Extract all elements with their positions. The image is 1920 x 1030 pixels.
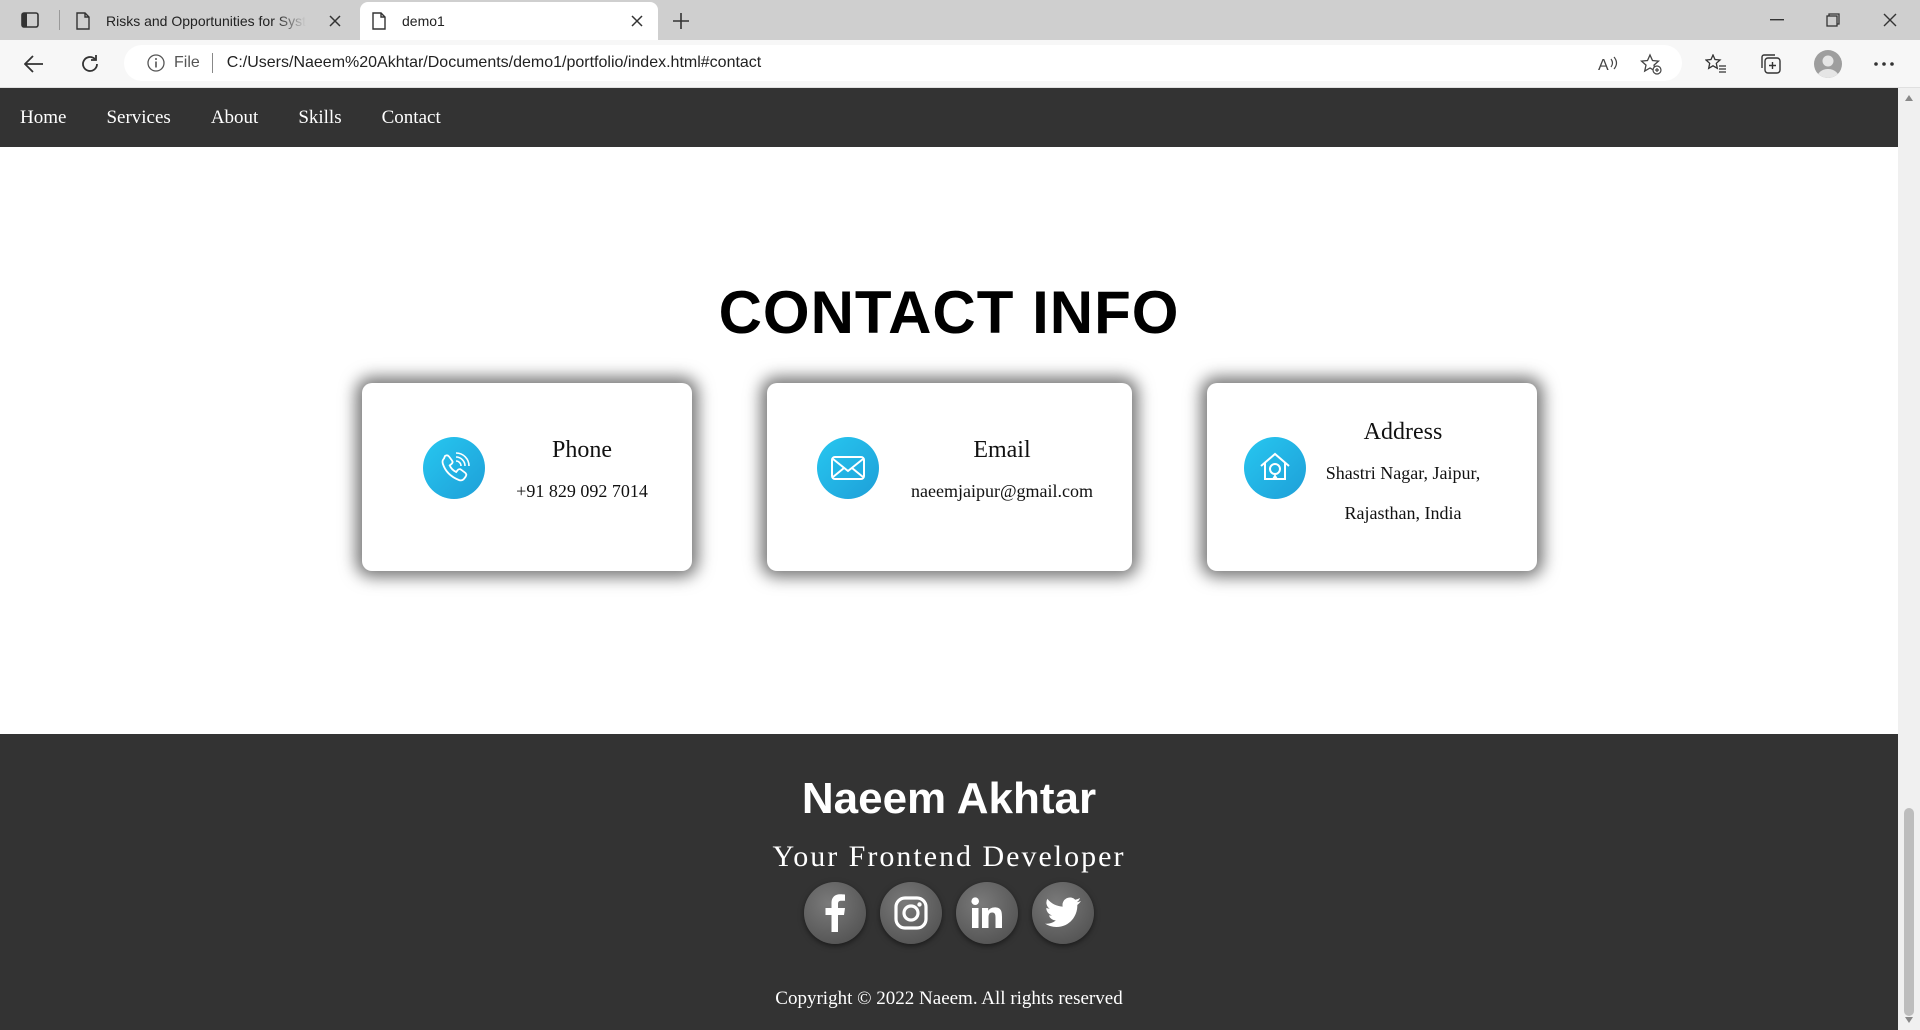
collections-icon[interactable]	[1757, 50, 1785, 78]
email-value[interactable]: naeemjaipur@gmail.com	[882, 471, 1122, 511]
site-navbar: Home Services About Skills Contact	[0, 88, 1898, 147]
mail-icon	[817, 437, 879, 499]
nav-link-home[interactable]: Home	[20, 107, 66, 129]
social-links	[0, 882, 1898, 944]
info-icon[interactable]	[146, 53, 166, 73]
contact-card-phone: Phone +91 829 092 7014	[362, 383, 692, 571]
read-aloud-icon[interactable]: A	[1597, 53, 1619, 75]
linkedin-icon[interactable]	[956, 882, 1018, 944]
browser-tab-active[interactable]: demo1	[360, 2, 658, 40]
contact-card-address: Address Shastri Nagar, Jaipur, Rajasthan…	[1207, 383, 1537, 571]
profile-avatar[interactable]	[1814, 50, 1842, 78]
close-tab-icon[interactable]	[326, 12, 344, 30]
url-text[interactable]: C:/Users/Naeem%20Akhtar/Documents/demo1/…	[227, 54, 761, 72]
page-scrollbar[interactable]	[1898, 88, 1920, 1030]
browser-tab-inactive[interactable]: Risks and Opportunities for Systems	[64, 2, 356, 40]
twitter-icon[interactable]	[1032, 882, 1094, 944]
footer-copyright: Copyright © 2022 Naeem. All rights reser…	[775, 988, 1123, 1009]
document-icon	[76, 12, 92, 30]
tab-title: demo1	[402, 13, 445, 29]
facebook-icon[interactable]	[804, 882, 866, 944]
new-tab-icon[interactable]	[668, 8, 694, 34]
contact-heading: CONTACT INFO	[718, 279, 1180, 346]
tab-title: Risks and Opportunities for Systems	[106, 13, 306, 29]
scheme-label: File	[174, 54, 200, 71]
more-options-icon[interactable]	[1870, 50, 1898, 78]
add-favorite-icon[interactable]	[1640, 53, 1662, 75]
page-viewport: Home Services About Skills Contact CONTA…	[0, 88, 1898, 1030]
phone-title: Phone	[552, 437, 612, 463]
nav-link-services[interactable]: Services	[106, 107, 170, 129]
back-arrow-icon[interactable]	[18, 48, 50, 80]
svg-text:A: A	[1598, 57, 1609, 73]
phone-icon	[423, 437, 485, 499]
document-icon	[372, 12, 388, 30]
reload-icon[interactable]	[74, 48, 106, 80]
favorites-icon[interactable]	[1702, 50, 1730, 78]
nav-link-about[interactable]: About	[211, 107, 259, 129]
address-line-2: Rajasthan, India	[1344, 503, 1462, 523]
minimize-icon[interactable]	[1762, 6, 1792, 34]
tab-actions-icon[interactable]	[16, 8, 44, 32]
browser-toolbar: File C:/Users/Naeem%20Akhtar/Documents/d…	[0, 40, 1920, 88]
instagram-icon[interactable]	[880, 882, 942, 944]
tab-separator	[59, 10, 60, 30]
email-title: Email	[973, 437, 1031, 463]
nav-link-contact[interactable]: Contact	[382, 107, 441, 129]
nav-link-skills[interactable]: Skills	[298, 107, 341, 129]
address-bar[interactable]: File C:/Users/Naeem%20Akhtar/Documents/d…	[124, 45, 1682, 81]
close-tab-icon[interactable]	[628, 12, 646, 30]
contact-card-email: Email naeemjaipur@gmail.com	[767, 383, 1132, 571]
footer-tagline: Your Frontend Developer	[772, 840, 1126, 873]
restore-icon[interactable]	[1818, 6, 1848, 34]
address-line-1: Shastri Nagar, Jaipur,	[1325, 463, 1481, 483]
scrollbar-thumb[interactable]	[1904, 808, 1914, 1016]
browser-tab-bar: Risks and Opportunities for Systems demo…	[0, 0, 1920, 40]
address-title: Address	[1363, 419, 1443, 445]
scroll-down-arrow-icon[interactable]	[1904, 1016, 1914, 1024]
footer-name: Naeem Akhtar	[801, 774, 1097, 823]
scroll-up-arrow-icon[interactable]	[1904, 94, 1914, 102]
site-footer: Naeem Akhtar Your Frontend Developer Cop…	[0, 734, 1898, 1030]
phone-value[interactable]: +91 829 092 7014	[492, 471, 672, 511]
close-window-icon[interactable]	[1875, 6, 1905, 34]
address-divider	[211, 53, 213, 73]
